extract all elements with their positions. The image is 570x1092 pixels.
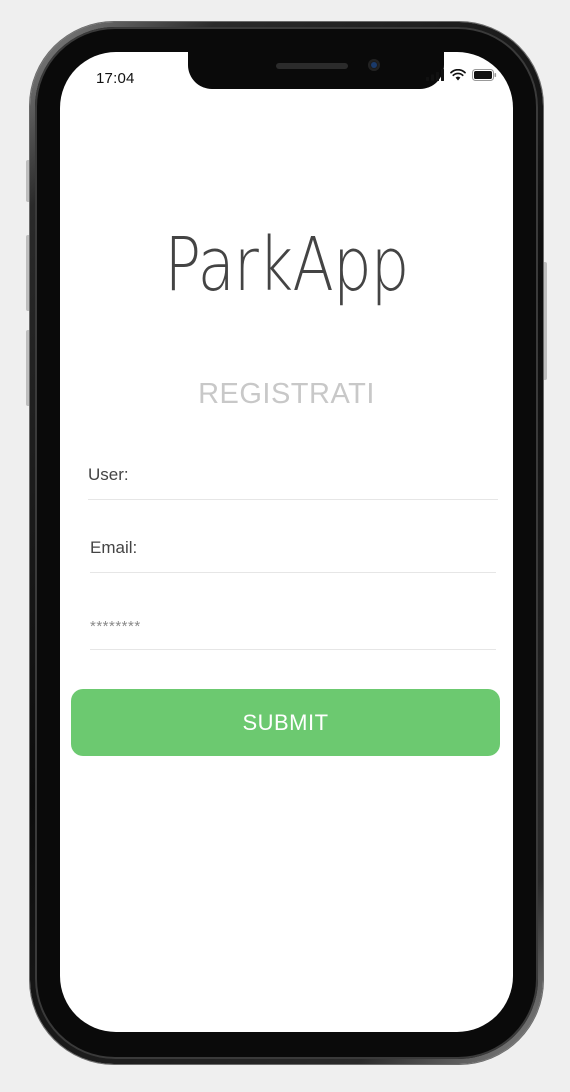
- password-input[interactable]: [90, 618, 496, 649]
- status-icons: [426, 69, 497, 81]
- notch: [188, 52, 444, 89]
- user-input[interactable]: [88, 465, 498, 499]
- wifi-icon: [450, 69, 466, 81]
- signal-icon: [426, 69, 444, 81]
- app-logo: ParkApp: [164, 222, 410, 308]
- speaker-grille: [276, 63, 348, 69]
- email-field: [90, 538, 496, 573]
- page-title: REGISTRATI: [198, 378, 375, 410]
- password-field: [90, 618, 496, 650]
- phone-screen: 17:04 ParkApp REGISTRATI User: Email: SU…: [60, 52, 513, 1032]
- phone-body: 17:04 ParkApp REGISTRATI User: Email: SU…: [30, 22, 543, 1064]
- battery-icon: [472, 69, 497, 81]
- submit-button[interactable]: SUBMIT: [71, 689, 500, 756]
- device-frame: 17:04 ParkApp REGISTRATI User: Email: SU…: [0, 0, 570, 1092]
- status-time: 17:04: [96, 70, 135, 87]
- email-input[interactable]: [90, 538, 496, 572]
- camera-icon: [368, 59, 380, 71]
- user-field: [88, 465, 498, 500]
